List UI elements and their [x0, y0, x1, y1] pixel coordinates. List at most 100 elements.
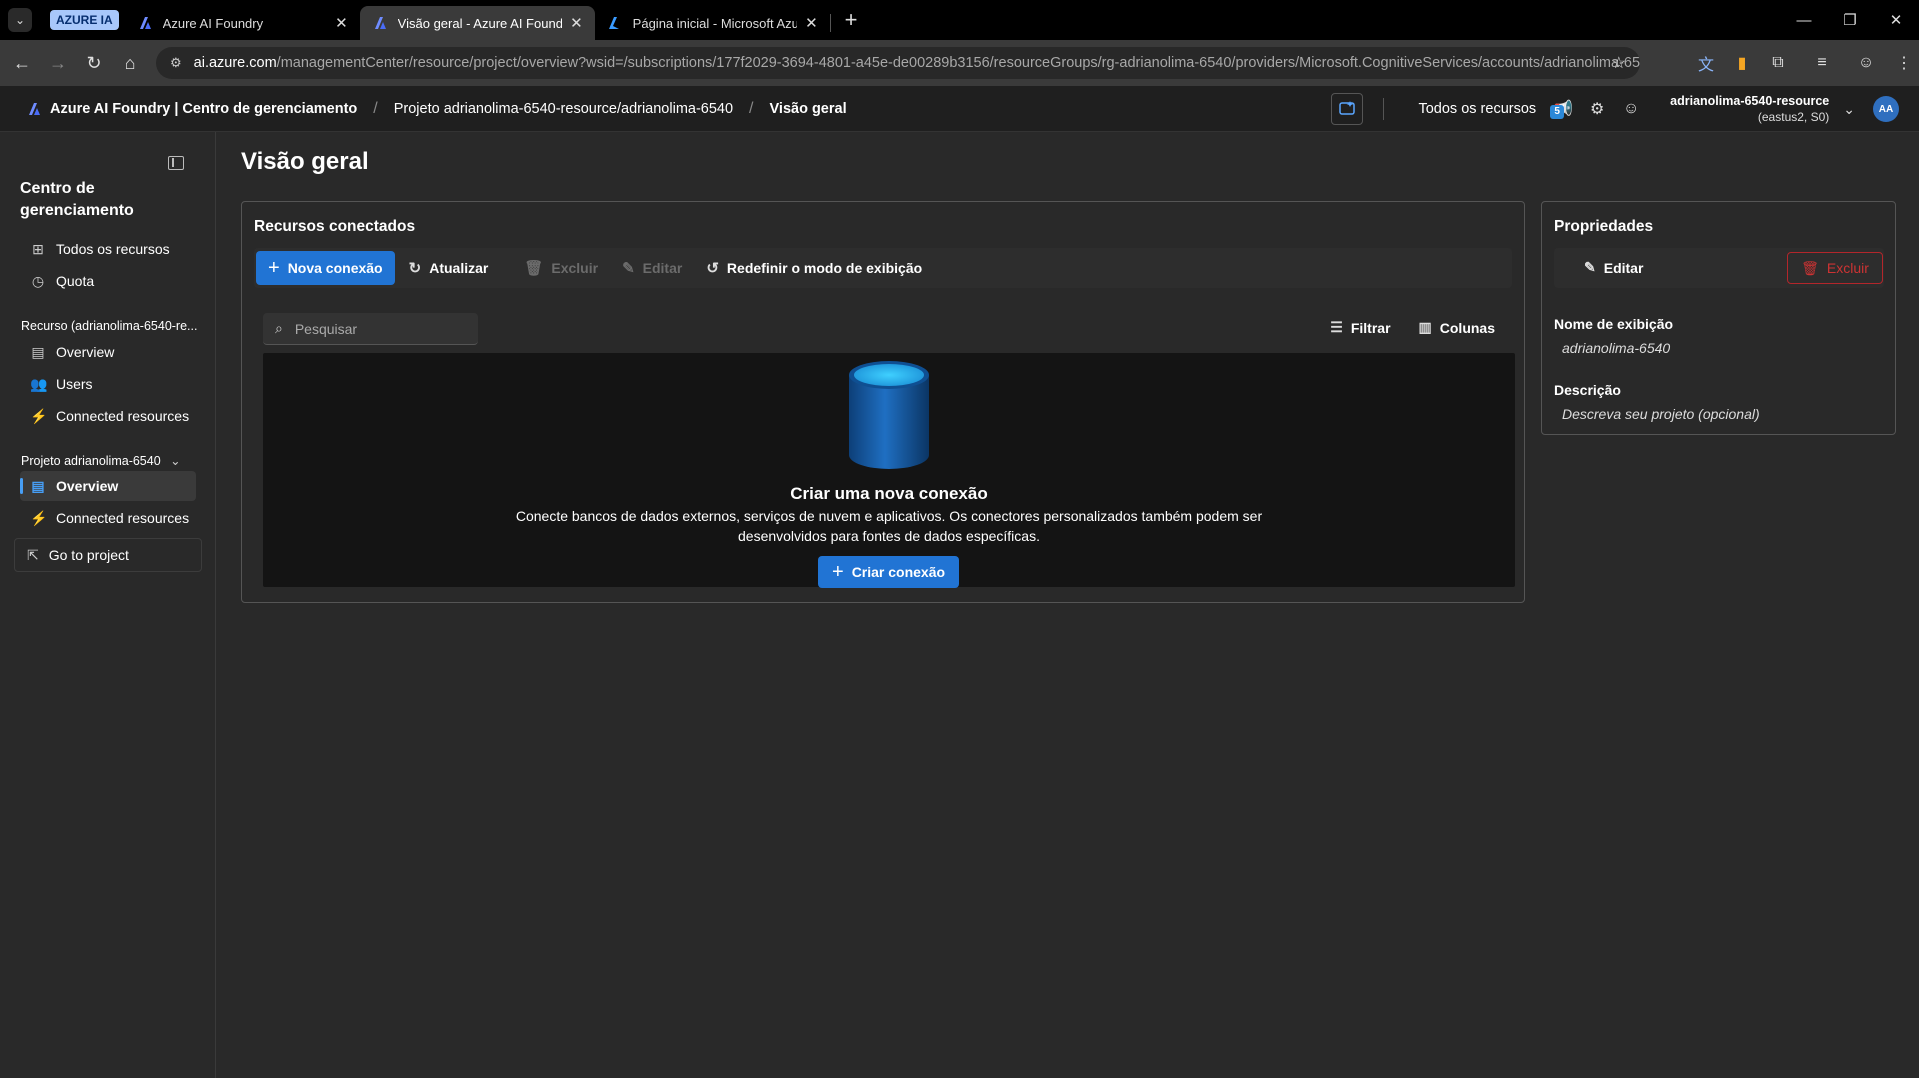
sidebar-item-label: Overview [56, 344, 115, 360]
edit-button[interactable]: ✎ Editar [622, 259, 682, 277]
search-box[interactable]: ⌕ [263, 313, 478, 345]
restore-icon[interactable]: ❐ [1827, 11, 1873, 29]
delete-button[interactable]: 🗑 Excluir [524, 259, 598, 277]
home-icon[interactable]: ⌂ [112, 53, 148, 74]
feedback-smiley-icon[interactable]: ☺ [1618, 100, 1644, 118]
sidebar-item-quota[interactable]: ◷ Quota [20, 266, 196, 296]
sidebar: Centro de gerenciamento ⊞ Todos os recur… [0, 132, 216, 1078]
new-connection-button[interactable]: + Nova conexão [256, 251, 395, 285]
account-name: adrianolima-6540-resource [1670, 94, 1830, 108]
tab-title: Página inicial - Microsoft Azure [632, 15, 798, 31]
url-path: /managementCenter/resource/project/overv… [276, 55, 1640, 71]
media-icon[interactable]: ≡ [1796, 54, 1848, 72]
sidebar-item-label: Todos os recursos [56, 241, 170, 257]
properties-card: Propriedades ✎ Editar 🗑 Excluir Nome de … [1541, 201, 1896, 435]
copilot-button[interactable] [1331, 93, 1364, 125]
breadcrumb-separator: / [749, 99, 754, 117]
tab-group-label[interactable]: AZURE IA [50, 10, 119, 30]
site-info-icon[interactable]: ⚙ [170, 55, 182, 71]
go-to-project-button[interactable]: ⇱ Go to project [14, 538, 202, 572]
browser-menu-icon[interactable]: ⋮ [1884, 53, 1919, 73]
account-switcher[interactable]: adrianolima-6540-resource (eastus2, S0) [1670, 93, 1829, 125]
columns-button[interactable]: ▥ Colunas [1419, 319, 1495, 336]
browser-toolbar: ← → ↻ ⌂ ⚙ ai.azure.com/managementCenter/… [0, 40, 1919, 86]
notification-badge: 5 [1550, 105, 1565, 119]
button-label: Filtrar [1350, 319, 1391, 336]
sidebar-item-label: Overview [56, 478, 119, 494]
empty-state: Criar uma nova conexão Conecte bancos de… [263, 353, 1515, 588]
empty-state-description: Conecte bancos de dados externos, serviç… [515, 508, 1263, 544]
search-input[interactable] [294, 320, 455, 337]
sidebar-item-resource-overview[interactable]: ▤ Overview [20, 337, 196, 367]
browser-extensions: 文 ▮ ⧉ ≡ ☺ ⋮ [1688, 40, 1919, 86]
breadcrumb-project[interactable]: Projeto adrianolima-6540-resource/adrian… [394, 101, 733, 117]
go-to-project-label: Go to project [48, 547, 129, 563]
all-resources-link[interactable]: Todos os recursos [1418, 101, 1536, 117]
sidebar-item-all-resources[interactable]: ⊞ Todos os recursos [20, 234, 196, 264]
reset-view-button[interactable]: ↺ Redefinir o modo de exibição [706, 259, 922, 277]
chevron-down-icon[interactable]: ⌄ [1843, 101, 1855, 118]
extension-icon[interactable]: ▮ [1724, 53, 1760, 73]
puzzle-icon[interactable]: ⧉ [1760, 54, 1796, 72]
address-bar[interactable]: ⚙ ai.azure.com/managementCenter/resource… [156, 47, 1640, 79]
forward-icon[interactable]: → [40, 53, 76, 74]
close-tab-icon[interactable]: ✕ [805, 14, 818, 32]
sidebar-item-resource-connected[interactable]: ⚡ Connected resources [20, 401, 196, 431]
collapse-sidebar-icon[interactable] [168, 156, 184, 170]
edit-properties-button[interactable]: ✎ Editar [1584, 259, 1643, 276]
connections-grid: ⌕ ☰ Filtrar ▥ Colunas [263, 309, 1515, 588]
azure-ai-foundry-logo-icon [29, 102, 40, 115]
external-link-icon: ⇱ [27, 546, 39, 563]
sidebar-item-project-connected[interactable]: ⚡ Connected resources [20, 503, 196, 533]
sidebar-item-users[interactable]: 👥 Users [20, 369, 196, 399]
close-tab-icon[interactable]: ✕ [570, 14, 583, 32]
button-label: Excluir [1826, 260, 1869, 276]
refresh-button[interactable]: ↻ Atualizar [409, 259, 489, 277]
connected-resources-card: Recursos conectados + Nova conexão ↻ Atu… [241, 201, 1525, 603]
display-name-value: adrianolima-6540 [1562, 340, 1671, 356]
translate-icon[interactable]: 文 [1688, 51, 1724, 75]
button-label: Colunas [1439, 319, 1495, 336]
browser-tab[interactable]: Página inicial - Microsoft Azure ✕ [595, 6, 830, 40]
tab-search-button[interactable]: ⌄ [8, 8, 32, 32]
grid-tools: ☰ Filtrar ▥ Colunas [1302, 319, 1495, 336]
plus-icon: + [832, 561, 844, 583]
browser-tab-active[interactable]: Visão geral - Azure AI Foundry ✕ [359, 6, 595, 40]
reload-icon[interactable]: ↻ [76, 53, 112, 74]
app-header: Azure AI Foundry | Centro de gerenciamen… [0, 86, 1919, 132]
azure-ai-foundry-favicon-icon [139, 17, 151, 29]
delete-project-button[interactable]: 🗑 Excluir [1787, 252, 1883, 284]
settings-gear-icon[interactable]: ⚙ [1584, 99, 1610, 119]
card-title: Recursos conectados [254, 218, 416, 235]
bookmark-star-icon[interactable]: ☆ [1612, 53, 1626, 73]
sidebar-section-project[interactable]: Projeto adrianolima-6540 ⌄ [21, 453, 181, 468]
create-connection-button[interactable]: + Criar conexão [818, 556, 960, 588]
sidebar-item-label: Connected resources [56, 510, 190, 526]
browser-tab-bar: ⌄ AZURE IA Azure AI Foundry ✕ Visão gera… [0, 0, 1919, 40]
announcements-button[interactable]: 📢 5 [1550, 99, 1576, 119]
search-icon: ⌕ [275, 320, 283, 336]
brand-title[interactable]: Azure AI Foundry | Centro de gerenciamen… [50, 101, 357, 117]
profile-avatar-icon[interactable]: ☺ [1848, 54, 1884, 72]
new-tab-icon[interactable]: + [845, 7, 858, 33]
sidebar-item-label: Users [56, 376, 93, 392]
filter-button[interactable]: ☰ Filtrar [1330, 319, 1390, 336]
browser-tab[interactable]: Azure AI Foundry ✕ [125, 6, 360, 40]
sidebar-section-resource: Recurso (adrianolima-6540-re... [21, 319, 198, 333]
trash-icon: 🗑 [1801, 259, 1819, 276]
user-avatar[interactable]: AA [1873, 96, 1899, 122]
sidebar-item-project-overview[interactable]: ▤ Overview [20, 471, 196, 501]
overview-icon: ▤ [31, 344, 45, 360]
properties-toolbar: ✎ Editar 🗑 Excluir [1554, 248, 1884, 288]
button-label: Editar [642, 260, 683, 276]
account-region: (eastus2, S0) [1757, 110, 1830, 124]
copilot-icon [1339, 101, 1356, 115]
minimize-icon[interactable]: — [1781, 12, 1827, 29]
tab-title: Azure AI Foundry [162, 15, 264, 31]
breadcrumb-current: Visão geral [769, 100, 847, 117]
close-window-icon[interactable]: ✕ [1873, 11, 1919, 29]
reset-icon: ↺ [706, 260, 719, 277]
grid-icon: ⊞ [32, 241, 44, 257]
close-tab-icon[interactable]: ✕ [335, 14, 348, 32]
back-icon[interactable]: ← [4, 53, 40, 74]
